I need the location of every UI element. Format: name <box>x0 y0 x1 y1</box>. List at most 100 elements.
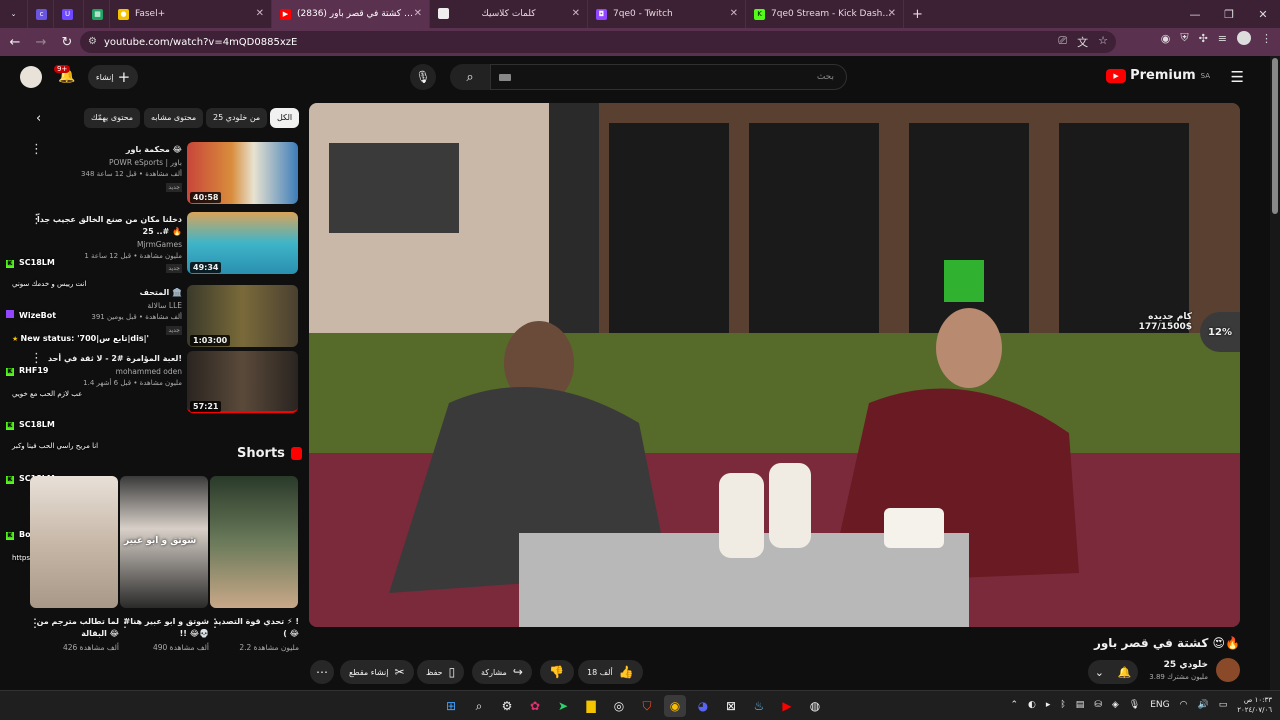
channel-name[interactable]: MjrmGames <box>137 240 182 249</box>
translate-icon[interactable]: 文 <box>1077 34 1088 50</box>
menu-dots-icon[interactable]: ⋮ <box>1261 32 1272 45</box>
microphone-icon[interactable]: 🎙 <box>1129 700 1140 710</box>
search-icon[interactable]: ⌕ <box>468 695 490 717</box>
recommendation-item[interactable]: 40:58 محكمة باور 😂 POWR eSports | باور 3… <box>0 142 300 208</box>
address-bar[interactable]: ⚙ youtube.com/watch?v=4mQD0885xzE ⎚ 文 ☆ <box>80 31 1116 53</box>
chevron-left-icon[interactable]: ‹ <box>36 111 41 126</box>
battery-icon[interactable]: ▭ <box>1219 700 1228 710</box>
close-tab-icon[interactable]: ✕ <box>414 8 422 19</box>
more-options-icon[interactable]: ⋮ <box>30 212 43 227</box>
voice-search-icon[interactable]: 🎙 <box>410 64 436 90</box>
cast-icon[interactable]: ⎚ <box>1058 34 1067 50</box>
short-thumbnail[interactable] <box>210 476 298 608</box>
close-tab-icon[interactable]: ✕ <box>730 8 738 19</box>
puzzle-icon[interactable]: ✣ <box>1199 32 1208 45</box>
channel-avatar[interactable] <box>1216 658 1240 682</box>
video-title[interactable]: محكمة باور 😂 <box>32 144 182 156</box>
search-button[interactable]: ⌕ <box>450 64 490 90</box>
youtube-app-icon[interactable]: ▶ <box>776 695 798 717</box>
new-tab-button[interactable]: + <box>904 0 930 28</box>
short-thumbnail[interactable]: شوتق و ابو عبير <box>120 476 208 608</box>
extension-icon[interactable]: ◉ <box>1161 32 1171 45</box>
media-icon[interactable]: ≡ <box>1218 32 1227 45</box>
close-tab-icon[interactable]: ✕ <box>572 8 580 19</box>
profile-avatar[interactable] <box>1237 31 1251 45</box>
close-window-icon[interactable]: ✕ <box>1246 0 1280 28</box>
reload-icon[interactable]: ↻ <box>56 31 78 53</box>
bluetooth-icon[interactable]: ᛒ <box>1060 700 1065 710</box>
chip-similar[interactable]: محتوى مشابه <box>144 108 204 128</box>
bookmark-star-icon[interactable]: ☆ <box>1098 34 1108 50</box>
chip-all[interactable]: الكل <box>270 108 300 128</box>
search-input[interactable]: بحث <box>490 64 847 90</box>
settings-icon[interactable]: ⚙ <box>496 695 518 717</box>
channel-name[interactable]: POWR eSports | باور <box>109 158 182 167</box>
tab-pinned-sheets[interactable]: ▦ <box>84 0 110 28</box>
tab-twitch[interactable]: ◘ 7qe0 - Twitch ✕ <box>588 0 746 28</box>
more-options-icon[interactable]: ⋮ <box>119 616 131 630</box>
channel-owner[interactable]: خلودي 25 3.89 مليون مشترك <box>1140 658 1240 686</box>
obs-icon[interactable]: ◍ <box>804 695 826 717</box>
tray-app-icon[interactable]: ▸ <box>1046 700 1051 710</box>
more-actions-button[interactable]: ⋯ <box>310 660 334 684</box>
more-options-icon[interactable]: ⋮ <box>209 616 221 630</box>
save-button[interactable]: حفظ ▯ <box>417 660 465 684</box>
create-button[interactable]: إنشاء + <box>88 65 138 89</box>
volume-icon[interactable]: 🔊 <box>1197 700 1208 710</box>
like-button[interactable]: 18 ألف 👍 <box>578 660 643 684</box>
scrollbar-thumb[interactable] <box>1272 58 1278 214</box>
short-title[interactable]: لما تطالب مترجم من البقالة 😂 <box>29 616 119 640</box>
more-options-icon[interactable]: ⋮ <box>30 142 43 157</box>
language-indicator[interactable]: ENG <box>1150 700 1169 710</box>
tab-kick[interactable]: K 7qe0 Stream - Kick Dashboard ✕ <box>746 0 904 28</box>
tab-youtube[interactable]: ▶(2836) كشتة في قصر باور 🔥😍✕ <box>272 0 430 28</box>
short-thumbnail[interactable] <box>30 476 118 608</box>
app-icon[interactable]: ➤ <box>552 695 574 717</box>
tab-search-button[interactable]: ⌄ <box>0 0 28 28</box>
file-explorer-icon[interactable]: ▇ <box>580 695 602 717</box>
tray-app-icon[interactable]: ◈ <box>1112 700 1119 710</box>
tray-app-icon[interactable]: ◐ <box>1028 700 1036 710</box>
tray-app-icon[interactable]: ⛁ <box>1094 700 1102 710</box>
steam-icon[interactable]: ♨ <box>748 695 770 717</box>
short-title[interactable]: تحدي قوة التصديد ⚡ ! ( 😂 <box>209 616 299 640</box>
clock[interactable]: ١٠:٣٣ ص ٢٠٢٤/٠٧/٠٦ <box>1237 695 1272 715</box>
close-tab-icon[interactable]: ✕ <box>888 8 896 19</box>
youtube-premium-logo[interactable]: ▶ Premium SA <box>1106 68 1210 83</box>
clip-button[interactable]: إنشاء مقطع ✂ <box>340 660 414 684</box>
notifications-bell-icon[interactable]: 🔔 9+ <box>54 65 75 84</box>
subscription-bell-button[interactable]: ⌄ 🔔 <box>1088 660 1138 684</box>
windows-start-icon[interactable]: ⊞ <box>440 695 462 717</box>
app-icon[interactable]: ◎ <box>608 695 630 717</box>
discord-icon[interactable]: ◕ <box>692 695 714 717</box>
chevron-up-icon[interactable]: ⌃ <box>1010 700 1018 710</box>
dislike-button[interactable]: 👎 <box>540 660 574 684</box>
page-scrollbar[interactable] <box>1270 56 1280 690</box>
back-icon[interactable]: ← <box>4 31 26 53</box>
more-options-icon[interactable]: ⋮ <box>29 616 41 630</box>
keyboard-icon[interactable] <box>499 74 511 81</box>
brave-icon[interactable]: ⛉ <box>636 695 658 717</box>
video-player[interactable]: كام جديده 177/1500$ 12% <box>309 103 1240 627</box>
chip-from-channel[interactable]: من خلودي 25 <box>206 108 268 128</box>
chrome-icon[interactable]: ◉ <box>664 695 686 717</box>
wifi-icon[interactable]: ◠ <box>1180 700 1188 710</box>
app-icon[interactable]: ⊠ <box>720 695 742 717</box>
tab-fasel[interactable]: ● Fasel+ ✕ <box>110 0 272 28</box>
channel-name-main[interactable]: خلودي 25 <box>1164 660 1208 670</box>
tab-doc[interactable]: كلمات كلاسيك ✕ <box>430 0 588 28</box>
tab-pinned-proton[interactable]: U <box>54 0 84 28</box>
site-info-icon[interactable]: ⚙ <box>88 36 97 47</box>
share-button[interactable]: مشاركة ↪ <box>472 660 532 684</box>
account-avatar[interactable] <box>20 66 42 88</box>
short-title[interactable]: #شوتق و ابو عبير هنا !! 😂💀 <box>119 616 209 640</box>
close-tab-icon[interactable]: ✕ <box>256 8 264 19</box>
tray-app-icon[interactable]: ▤ <box>1076 700 1085 710</box>
minimize-icon[interactable]: — <box>1178 0 1212 28</box>
hamburger-menu-icon[interactable]: ☰ <box>1231 68 1244 86</box>
video-title[interactable]: دخلنا مكان من صنع الخالق عجيب جداً .. 25… <box>32 214 182 238</box>
shield-icon[interactable]: ⛨ <box>1180 31 1188 45</box>
chip-for-you[interactable]: محتوى يهمّك <box>84 108 141 128</box>
tab-pinned-c[interactable]: c <box>28 0 54 28</box>
app-icon[interactable]: ✿ <box>524 695 546 717</box>
